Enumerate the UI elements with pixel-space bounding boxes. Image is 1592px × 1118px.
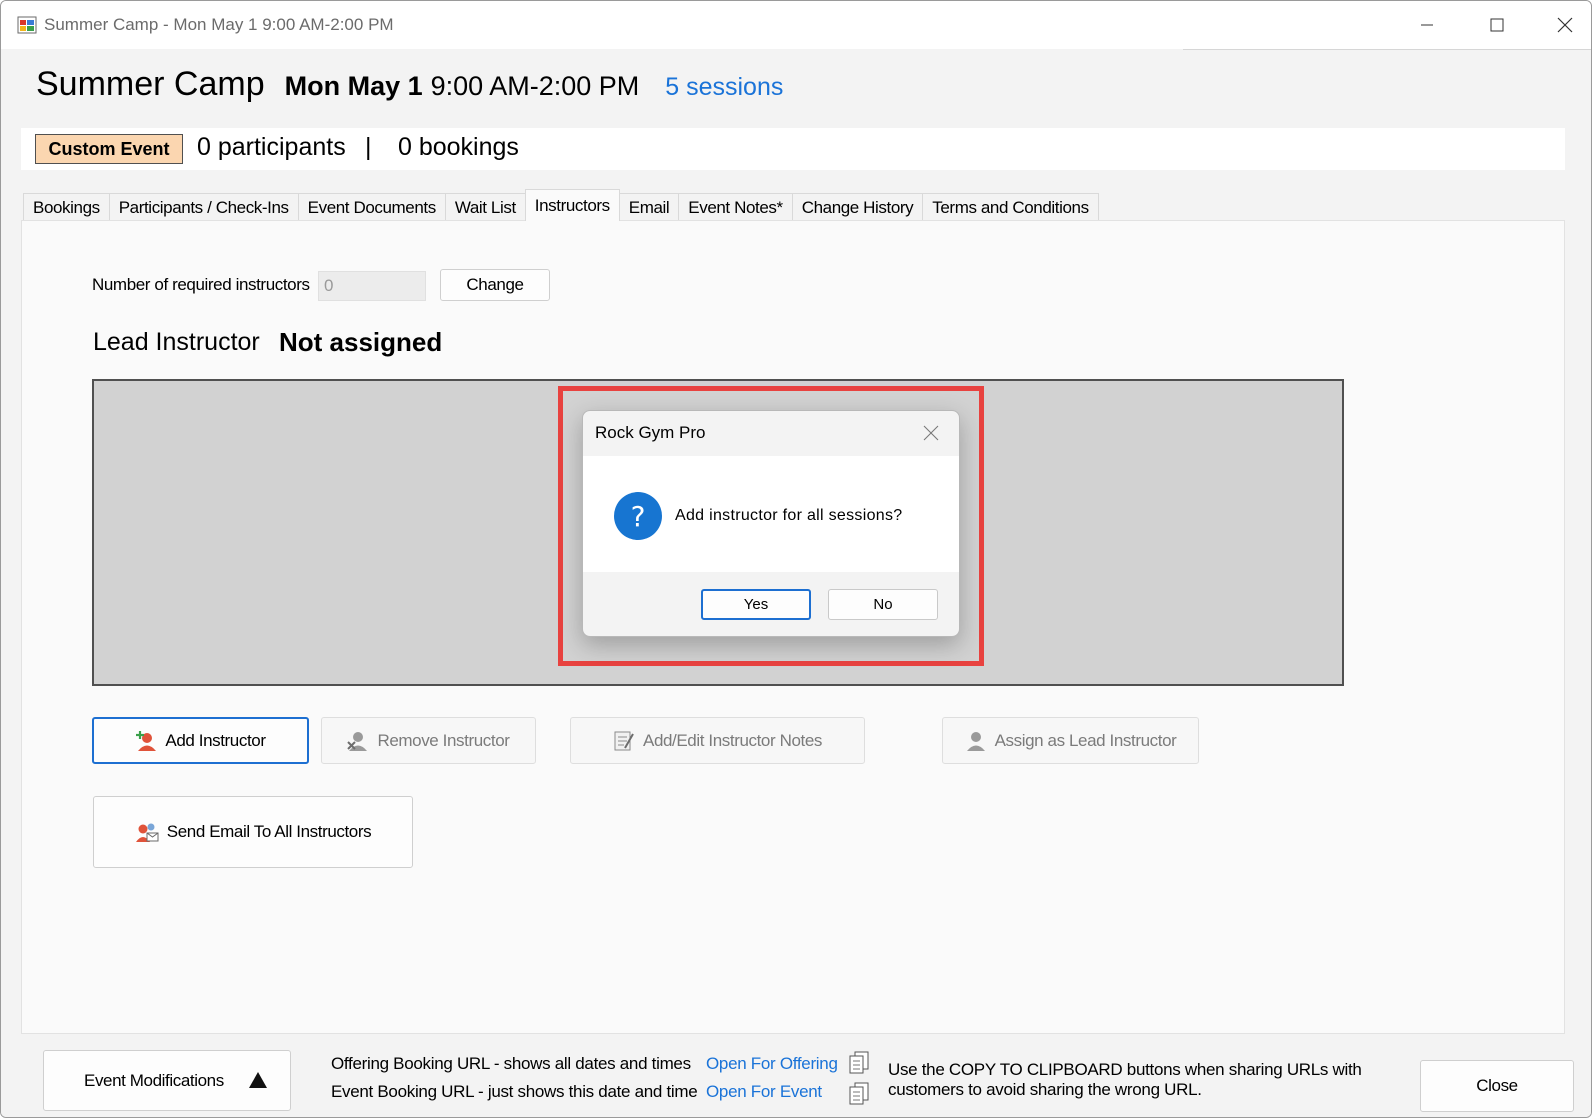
send-email-all-instructors-label: Send Email To All Instructors — [166, 822, 372, 841]
tab-wait-list[interactable]: Wait List — [444, 193, 526, 221]
title-bar: Summer Camp - Mon May 1 9:00 AM-2:00 PM — [1, 1, 1591, 49]
tab-terms-and-conditions[interactable]: Terms and Conditions — [922, 193, 1099, 221]
close-button[interactable]: Close — [1420, 1060, 1574, 1112]
minimize-button[interactable] — [1404, 7, 1450, 43]
tab-bookings[interactable]: Bookings — [23, 193, 110, 221]
send-email-all-instructors-button[interactable]: Send Email To All Instructors — [93, 796, 413, 868]
tab-instructors[interactable]: Instructors — [524, 189, 620, 221]
dialog-message: Add instructor for all sessions? — [675, 507, 903, 524]
close-icon — [923, 425, 939, 441]
triangle-up-icon — [248, 1071, 268, 1094]
tab-event-notes[interactable]: Event Notes* — [678, 193, 793, 221]
remove-instructor-button[interactable]: Remove Instructor — [321, 717, 536, 764]
close-icon — [1557, 17, 1573, 33]
remove-person-icon — [347, 730, 369, 752]
bookings-count: 0 bookings — [398, 133, 519, 161]
participants-count: 0 participants — [197, 133, 346, 161]
confirm-dialog: Rock Gym Pro ? Add instructor for all se… — [582, 410, 960, 637]
add-person-icon — [135, 730, 157, 752]
add-instructor-label: Add Instructor — [165, 730, 266, 750]
open-for-offering-link[interactable]: Open For Offering — [706, 1054, 838, 1074]
tab-participants-check-ins[interactable]: Participants / Check-Ins — [108, 193, 299, 221]
svg-text:?: ? — [631, 500, 646, 533]
change-button[interactable]: Change — [440, 269, 550, 301]
event-url-label: Event Booking URL - just shows this date… — [331, 1082, 698, 1101]
offering-url-label: Offering Booking URL - shows all dates a… — [331, 1054, 691, 1073]
dialog-body: ? Add instructor for all sessions? — [583, 456, 959, 572]
dialog-no-button[interactable]: No — [828, 589, 938, 620]
sessions-link[interactable]: 5 sessions — [665, 73, 783, 102]
summary-separator: | — [365, 133, 372, 161]
edit-instructor-notes-label: Add/Edit Instructor Notes — [643, 730, 822, 750]
lead-instructor-label: Lead Instructor — [93, 328, 260, 356]
lead-instructor-value: Not assigned — [279, 327, 443, 357]
event-day: Mon May 1 — [284, 71, 423, 101]
event-type-badge: Custom Event — [35, 134, 183, 164]
tab-email[interactable]: Email — [618, 193, 680, 221]
add-instructor-button[interactable]: Add Instructor — [92, 717, 309, 764]
dialog-close-button[interactable] — [923, 425, 939, 446]
person-icon — [965, 730, 987, 752]
event-header: Summer Camp Mon May 1 9:00 AM-2:00 PM 5 … — [36, 65, 783, 109]
assign-lead-instructor-button[interactable]: Assign as Lead Instructor — [942, 717, 1199, 764]
notes-icon — [613, 730, 635, 752]
question-icon: ? — [613, 491, 663, 546]
tab-event-documents[interactable]: Event Documents — [297, 193, 446, 221]
open-for-event-link[interactable]: Open For Event — [706, 1082, 822, 1102]
event-modifications-button[interactable]: Event Modifications — [43, 1050, 291, 1111]
tab-strip: Bookings Participants / Check-Ins Event … — [23, 189, 1099, 221]
app-icon — [17, 15, 37, 35]
clipboard-note-line2: customers to avoid sharing the wrong URL… — [888, 1080, 1202, 1099]
clipboard-note-line1: Use the COPY TO CLIPBOARD buttons when s… — [888, 1060, 1362, 1079]
dialog-yes-button[interactable]: Yes — [701, 589, 811, 620]
assign-lead-instructor-label: Assign as Lead Instructor — [994, 730, 1177, 750]
event-name: Summer Camp — [36, 65, 265, 103]
minimize-icon — [1421, 24, 1433, 26]
title-separator — [1183, 49, 1591, 50]
event-summary-strip: Custom Event 0 participants | 0 bookings — [21, 128, 1565, 170]
tab-change-history[interactable]: Change History — [791, 193, 924, 221]
window-title: Summer Camp - Mon May 1 9:00 AM-2:00 PM — [44, 15, 394, 34]
maximize-button[interactable] — [1474, 7, 1520, 43]
copy-clipboard-icon — [849, 1051, 869, 1074]
email-people-icon — [135, 821, 159, 843]
dialog-title: Rock Gym Pro — [595, 423, 706, 442]
required-instructors-label: Number of required instructors — [92, 275, 310, 294]
required-instructors-field[interactable]: 0 — [318, 271, 426, 301]
event-modifications-label: Event Modifications — [84, 1070, 224, 1090]
copy-event-url-button[interactable] — [848, 1082, 870, 1106]
copy-offering-url-button[interactable] — [848, 1051, 870, 1075]
close-window-button[interactable] — [1542, 7, 1588, 43]
event-window: Summer Camp - Mon May 1 9:00 AM-2:00 PM … — [0, 0, 1592, 1118]
remove-instructor-label: Remove Instructor — [377, 730, 510, 750]
edit-instructor-notes-button[interactable]: Add/Edit Instructor Notes — [570, 717, 865, 764]
maximize-icon — [1490, 18, 1504, 32]
event-time: 9:00 AM-2:00 PM — [430, 71, 640, 101]
copy-clipboard-icon — [849, 1082, 869, 1105]
